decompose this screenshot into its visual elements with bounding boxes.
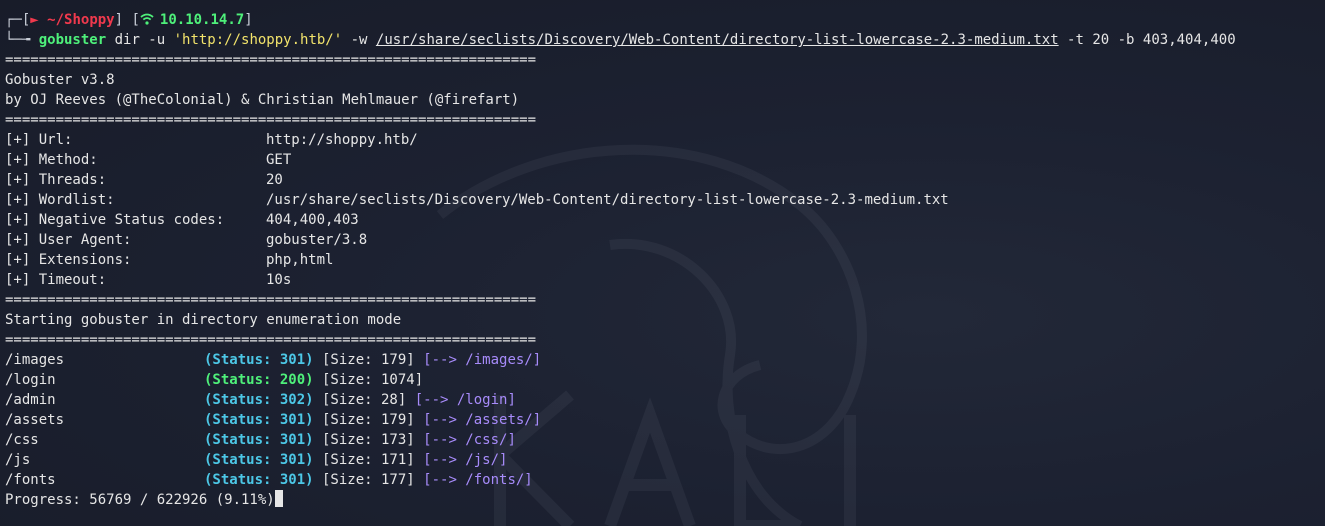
result-row: /fonts (Status: 301) [Size: 177] [--> /fo… xyxy=(5,470,1323,490)
result-row: /login (Status: 200) [Size: 1074] xyxy=(5,370,1323,390)
result-status: (Status: 302) xyxy=(204,392,314,408)
config-key: [+] Negative Status codes: xyxy=(5,212,225,228)
command-args: -w xyxy=(342,32,376,48)
result-row: /images (Status: 301) [Size: 179] [--> /i… xyxy=(5,350,1323,370)
separator-line: ========================================… xyxy=(5,52,537,68)
config-value: http://shoppy.htb/ xyxy=(266,132,418,148)
prompt-frame-bottom: └─╼ xyxy=(5,32,39,48)
config-row: [+] Timeout: 10s xyxy=(5,270,1323,290)
result-status: (Status: 301) xyxy=(204,352,314,368)
wifi-icon xyxy=(140,13,154,25)
config-key: [+] Extensions: xyxy=(5,252,132,268)
result-row: /js (Status: 301) [Size: 171] [--> /js/] xyxy=(5,450,1323,470)
result-path: /assets xyxy=(5,412,65,428)
result-row: /css (Status: 301) [Size: 173] [--> /css/… xyxy=(5,430,1323,450)
config-value: /usr/share/seclists/Discovery/Web-Conten… xyxy=(266,192,949,208)
result-size: [Size: 179] xyxy=(313,352,424,368)
terminal-cursor[interactable] xyxy=(274,490,283,507)
config-row: [+] Extensions: php,html xyxy=(5,250,1323,270)
result-row: /assets (Status: 301) [Size: 179] [--> /a… xyxy=(5,410,1323,430)
terminal-output: ┌─[► ~/Shoppy] [ 10.10.14.7] └─╼ gobuster… xyxy=(5,10,1323,510)
result-path: /admin xyxy=(5,392,56,408)
progress-line: Progress: 56769 / 622926 (9.11%) xyxy=(5,490,1323,510)
result-redirect: [--> /js/] xyxy=(423,452,508,468)
result-size: [Size: 173] xyxy=(313,432,424,448)
config-value: gobuster/3.8 xyxy=(266,232,368,248)
config-key: [+] Url: xyxy=(5,132,73,148)
banner-title: Gobuster v3.8 xyxy=(5,72,115,88)
prompt-frame-top: ┌─[ xyxy=(5,12,31,28)
command-args: -t 20 -b 403,404,400 xyxy=(1058,32,1236,48)
result-status: (Status: 301) xyxy=(204,452,314,468)
config-value: php,html xyxy=(266,252,334,268)
terminal-window[interactable]: ┌─[► ~/Shoppy] [ 10.10.14.7] └─╼ gobuster… xyxy=(0,0,1325,526)
command-program: gobuster xyxy=(38,32,107,48)
separator-line: ========================================… xyxy=(5,112,537,128)
prompt-directory: ~/Shoppy xyxy=(47,12,115,28)
result-status: (Status: 301) xyxy=(204,432,314,448)
config-row: [+] User Agent: gobuster/3.8 xyxy=(5,230,1323,250)
result-status: (Status: 200) xyxy=(204,372,314,388)
result-redirect: [--> /css/] xyxy=(423,432,516,448)
result-size: [Size: 1074] xyxy=(313,372,424,388)
config-row: [+] Url: http://shoppy.htb/ xyxy=(5,130,1323,150)
command-args: dir -u xyxy=(106,32,174,48)
result-redirect: [--> /fonts/] xyxy=(423,472,533,488)
config-key: [+] Wordlist: xyxy=(5,192,115,208)
config-row: [+] Method: GET xyxy=(5,150,1323,170)
separator-line: ========================================… xyxy=(5,332,537,348)
config-value: 20 xyxy=(266,172,283,188)
result-size: [Size: 179] xyxy=(313,412,424,428)
result-size: [Size: 171] xyxy=(313,452,424,468)
config-key: [+] Timeout: xyxy=(5,272,107,288)
config-key: [+] User Agent: xyxy=(5,232,132,248)
result-size: [Size: 177] xyxy=(313,472,424,488)
command-url-arg: 'http://shoppy.htb/' xyxy=(173,32,343,48)
result-path: /images xyxy=(5,352,65,368)
result-redirect: [--> /images/] xyxy=(423,352,542,368)
result-status: (Status: 301) xyxy=(204,412,314,428)
result-status: (Status: 301) xyxy=(204,472,314,488)
result-path: /login xyxy=(5,372,56,388)
prompt-arrow: ► xyxy=(30,12,39,28)
result-path: /fonts xyxy=(5,472,56,488)
config-value: 10s xyxy=(266,272,292,288)
prompt-ip: 10.10.14.7 xyxy=(159,12,245,28)
config-value: GET xyxy=(266,152,292,168)
config-key: [+] Threads: xyxy=(5,172,107,188)
result-path: /js xyxy=(5,452,31,468)
separator-line: ========================================… xyxy=(5,292,537,308)
prompt-close: ] xyxy=(244,12,253,28)
config-row: [+] Wordlist: /usr/share/seclists/Discove… xyxy=(5,190,1323,210)
banner-authors: by OJ Reeves (@TheColonial) & Christian … xyxy=(5,92,520,108)
result-path: /css xyxy=(5,432,39,448)
prompt-line: ┌─[► ~/Shoppy] [ 10.10.14.7] xyxy=(5,10,1323,30)
config-key: [+] Method: xyxy=(5,152,98,168)
config-value: 404,400,403 xyxy=(266,212,359,228)
result-row: /admin (Status: 302) [Size: 28] [--> /log… xyxy=(5,390,1323,410)
prompt-separator: ] [ xyxy=(114,12,140,28)
result-redirect: [--> /login] xyxy=(414,392,516,408)
command-wordlist-arg: /usr/share/seclists/Discovery/Web-Conten… xyxy=(375,32,1059,48)
config-row: [+] Threads: 20 xyxy=(5,170,1323,190)
mode-line: Starting gobuster in directory enumerati… xyxy=(5,312,402,328)
result-size: [Size: 28] xyxy=(313,392,415,408)
command-line[interactable]: └─╼ gobuster dir -u 'http://shoppy.htb/'… xyxy=(5,30,1323,50)
progress-text: Progress: 56769 / 622926 (9.11%) xyxy=(5,492,275,508)
config-row: [+] Negative Status codes: 404,400,403 xyxy=(5,210,1323,230)
result-redirect: [--> /assets/] xyxy=(423,412,542,428)
